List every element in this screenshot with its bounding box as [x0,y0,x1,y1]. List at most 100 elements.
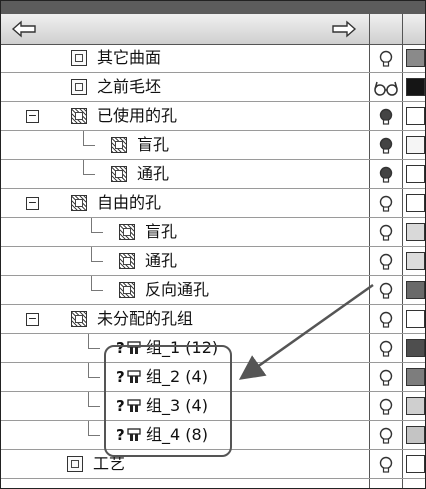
tree-connector [83,160,84,175]
tree-connector [83,145,95,146]
lightbulb-off-icon[interactable] [378,369,394,387]
lightbulb-off-icon[interactable] [378,311,394,329]
blank-icon [71,79,87,95]
tree-row-used-holes[interactable]: − 已使用的孔 [1,102,425,131]
tree-row-label: 自由的孔 [97,193,162,212]
lightbulb-off-icon[interactable] [378,224,394,242]
hole-feature-icon [71,108,87,124]
color-swatch[interactable] [406,281,425,299]
lightbulb-on-icon[interactable] [378,108,394,126]
lightbulb-on-icon[interactable] [378,137,394,155]
visibility-column-header[interactable] [369,14,403,45]
collapse-toggle[interactable]: − [26,110,39,123]
tree-row-label: 盲孔 [137,135,170,154]
color-swatch[interactable] [406,223,425,241]
unknown-hole-group-icon [127,399,141,412]
hole-group-folder-icon [71,311,87,327]
tree-connector [91,218,92,233]
right-arrow-icon[interactable] [331,20,357,38]
tree-row-label: 反向通孔 [145,280,210,299]
tree-row-group-4[interactable]: ? 组_4 (8) [1,421,425,450]
color-swatch[interactable] [406,107,425,125]
tree-row-free-blind-hole[interactable]: 盲孔 [1,218,425,247]
tree-row-label: 组_4 (8) [146,425,208,444]
surface-icon [71,50,87,66]
tree-row-process[interactable]: 工艺 [1,450,425,479]
color-swatch[interactable] [406,397,425,415]
hole-feature-icon [71,195,87,211]
tree-row-used-through-hole[interactable]: 通孔 [1,160,425,189]
tree-connector [88,406,100,407]
blind-hole-icon [111,137,127,153]
tree-connector [91,232,103,233]
lightbulb-off-icon[interactable] [378,427,394,445]
tree-connector [88,435,100,436]
tree-connector [91,261,103,262]
tree-row-other-surfaces[interactable]: 其它曲面 [1,44,425,73]
process-icon [67,456,83,472]
tree-row-group-1[interactable]: ? 组_1 (12) [1,334,425,363]
lightbulb-off-icon[interactable] [378,340,394,358]
tree-connector [88,421,89,436]
question-mark-icon: ? [116,339,125,357]
tree-connector [88,348,100,349]
unknown-hole-group-icon [127,428,141,441]
lightbulb-off-icon[interactable] [378,398,394,416]
tree-row-label: 其它曲面 [97,48,162,67]
color-swatch[interactable] [406,252,425,270]
color-swatch[interactable] [406,455,425,473]
tree-connector [83,131,84,146]
tree-row-label: 已使用的孔 [97,106,178,125]
tree-row-group-2[interactable]: ? 组_2 (4) [1,363,425,392]
tree-connector [91,290,103,291]
reverse-through-hole-icon [119,282,135,298]
collapse-toggle[interactable]: − [26,313,39,326]
feature-tree-panel: 其它曲面 之前毛坯 − 已使用的孔 盲孔 通孔 − 自由的孔 盲孔 通孔 反向通孔 … [0,0,426,489]
tree-row-used-blind-hole[interactable]: 盲孔 [1,131,425,160]
color-swatch[interactable] [406,136,425,154]
tree-connector [91,247,92,262]
color-swatch[interactable] [406,49,425,67]
tree-row-label: 工艺 [93,454,126,473]
tree-row-previous-blank[interactable]: 之前毛坯 [1,73,425,102]
color-swatch[interactable] [406,165,425,183]
color-swatch[interactable] [406,194,425,212]
tree-row-unassigned-hole-groups[interactable]: − 未分配的孔组 [1,305,425,334]
glasses-icon[interactable] [373,79,399,97]
color-column-header[interactable] [402,14,425,45]
question-mark-icon: ? [116,397,125,415]
lightbulb-off-icon[interactable] [378,282,394,300]
lightbulb-on-icon[interactable] [378,166,394,184]
color-swatch[interactable] [406,78,425,96]
tree-connector [88,363,89,378]
tree-connector [88,377,100,378]
left-arrow-icon[interactable] [11,20,37,38]
tree-row-label: 组_1 (12) [146,338,219,357]
tree-row-group-3[interactable]: ? 组_3 (4) [1,392,425,421]
tree-row-free-reverse-through-hole[interactable]: 反向通孔 [1,276,425,305]
tree-connector [88,392,89,407]
through-hole-icon [119,253,135,269]
tree-row-label: 之前毛坯 [97,77,162,96]
color-swatch[interactable] [406,339,425,357]
collapse-toggle[interactable]: − [26,197,39,210]
tree-row-free-through-hole[interactable]: 通孔 [1,247,425,276]
tree-row-label: 盲孔 [145,222,178,241]
tree-connector [91,276,92,291]
unknown-hole-group-icon [127,370,141,383]
color-swatch[interactable] [406,310,425,328]
color-swatch[interactable] [406,368,425,386]
tree-connector [83,174,95,175]
question-mark-icon: ? [116,368,125,386]
color-swatch[interactable] [406,426,425,444]
lightbulb-off-icon[interactable] [378,253,394,271]
blind-hole-icon [119,224,135,240]
lightbulb-off-icon[interactable] [378,195,394,213]
tree-row-label: 组_3 (4) [146,396,208,415]
lightbulb-off-icon[interactable] [378,50,394,68]
tree-row-free-holes[interactable]: − 自由的孔 [1,189,425,218]
question-mark-icon: ? [116,426,125,444]
tree-row-label: 未分配的孔组 [97,309,194,328]
lightbulb-off-icon[interactable] [378,456,394,474]
tree-row-label: 通孔 [145,251,178,270]
